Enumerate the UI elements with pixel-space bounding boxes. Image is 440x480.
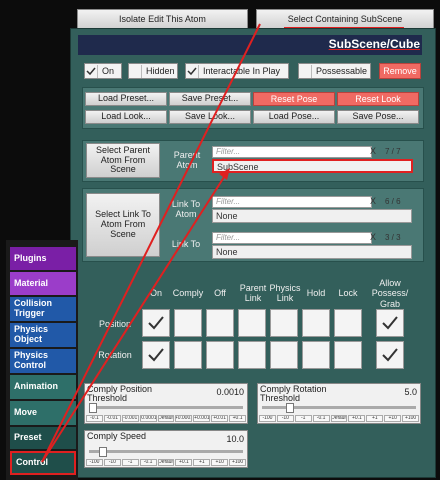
arrow-control-to-parent [41,173,227,463]
annotation-arrows [41,23,261,463]
arrow-parent-to-top [41,23,261,463]
